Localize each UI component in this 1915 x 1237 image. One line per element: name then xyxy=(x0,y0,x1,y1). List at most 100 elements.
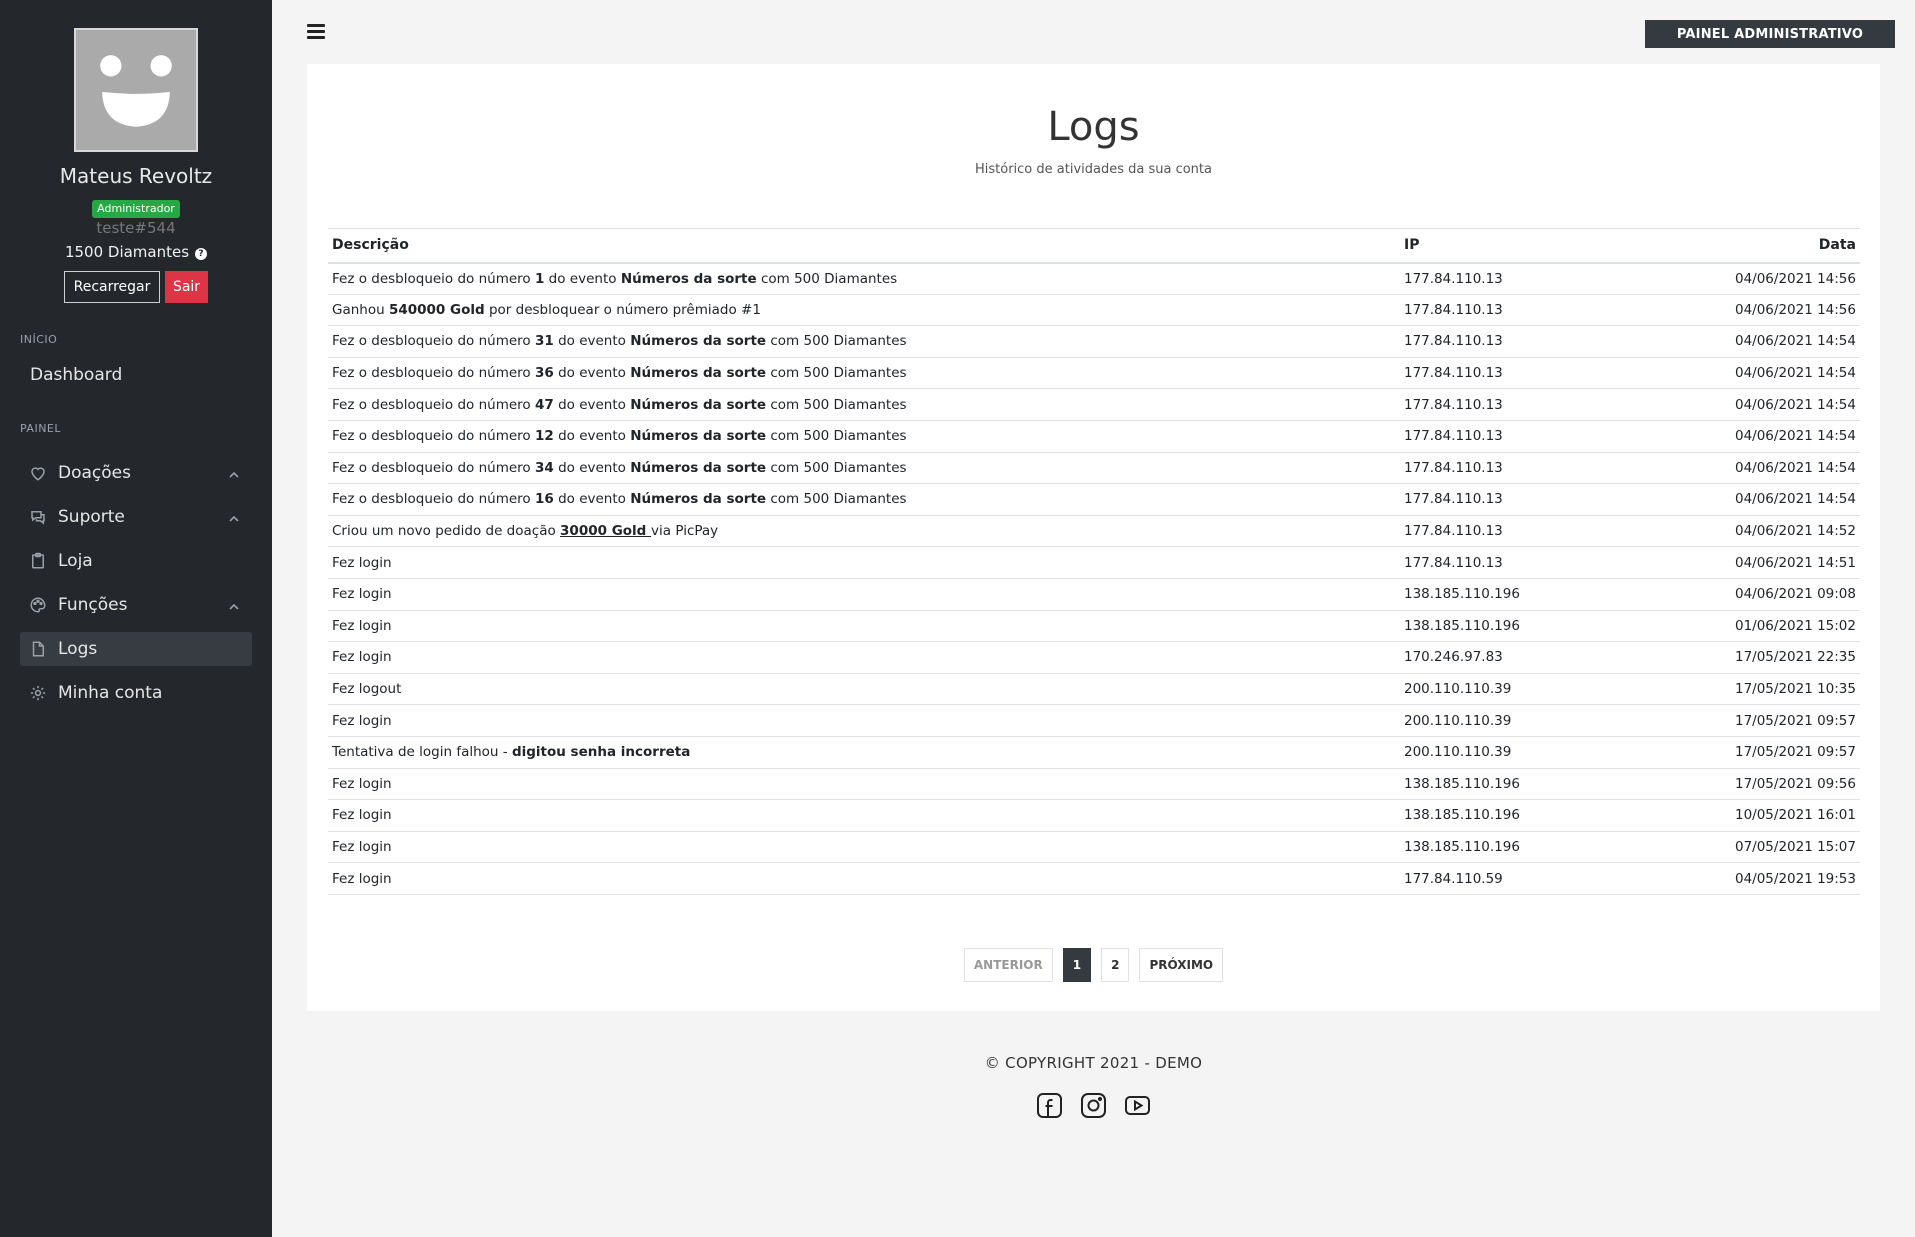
instagram-icon[interactable] xyxy=(1080,1092,1107,1119)
log-ip: 177.84.110.13 xyxy=(1400,546,1730,579)
role-badge: Administrador xyxy=(92,200,180,218)
sidebar-item-logs[interactable]: Logs xyxy=(20,632,252,666)
sidebar-item-label: Dashboard xyxy=(30,365,123,385)
log-date: 17/05/2021 09:57 xyxy=(1730,704,1860,737)
table-row: Fez o desbloqueio do número 36 do evento… xyxy=(328,357,1860,390)
table-row: Fez login 138.185.110.196 17/05/2021 09:56 xyxy=(328,768,1860,801)
sidebar-item-label: Loja xyxy=(58,551,93,571)
log-date: 17/05/2021 10:35 xyxy=(1730,673,1860,706)
pagination-page-1[interactable]: 1 xyxy=(1062,948,1092,982)
log-date: 04/06/2021 14:54 xyxy=(1730,357,1860,390)
log-text-segment: 36 xyxy=(534,365,554,382)
log-text-segment: 16 xyxy=(534,491,554,508)
file-icon xyxy=(29,640,47,658)
role-badge-wrap: Administrador xyxy=(0,197,272,218)
table-row: Fez o desbloqueio do número 16 do evento… xyxy=(328,483,1860,516)
pagination-next-button[interactable]: PRÓXIMO xyxy=(1139,948,1224,982)
log-description: Fez o desbloqueio do número 34 do evento… xyxy=(328,452,1400,485)
logout-button[interactable]: Sair xyxy=(165,271,208,303)
log-date: 17/05/2021 22:35 xyxy=(1730,641,1860,674)
log-date: 10/05/2021 16:01 xyxy=(1730,799,1860,832)
log-description: Fez login xyxy=(328,831,1400,864)
log-text-segment: com 500 Diamantes xyxy=(766,491,907,508)
table-row: Fez login 138.185.110.196 04/06/2021 09:08 xyxy=(328,578,1860,611)
log-date: 04/06/2021 14:54 xyxy=(1730,452,1860,485)
log-ip: 170.246.97.83 xyxy=(1400,641,1730,674)
log-text-segment: Fez o desbloqueio do número xyxy=(332,396,535,413)
table-row: Fez login 170.246.97.83 17/05/2021 22:35 xyxy=(328,641,1860,674)
sidebar-item-loja[interactable]: Loja xyxy=(20,544,252,578)
log-ip: 138.185.110.196 xyxy=(1400,610,1730,643)
menu-toggle-icon[interactable] xyxy=(307,24,325,40)
table-row: Criou um novo pedido de doação 30000 Gol… xyxy=(328,515,1860,548)
table-row: Ganhou 540000 Gold por desbloquear o núm… xyxy=(328,294,1860,327)
log-text-segment: Fez login xyxy=(332,712,392,729)
table-row: Fez login 138.185.110.196 10/05/2021 16:01 xyxy=(328,799,1860,832)
log-text-segment: com 500 Diamantes xyxy=(766,428,907,445)
log-text-segment: Fez logout xyxy=(332,681,402,698)
user-name: Mateus Revoltz xyxy=(59,164,213,188)
sidebar-item-doacoes[interactable]: Doações xyxy=(20,456,252,490)
log-text-segment: com 500 Diamantes xyxy=(766,459,907,476)
admin-panel-button[interactable]: PAINEL ADMINISTRATIVO xyxy=(1645,20,1895,48)
column-header-data: Data xyxy=(1730,228,1860,264)
avatar xyxy=(74,28,198,152)
log-text-segment: Fez login xyxy=(332,649,392,666)
log-date: 04/05/2021 19:53 xyxy=(1730,862,1860,895)
sidebar-item-suporte[interactable]: Suporte xyxy=(20,500,252,534)
log-text-segment: com 500 Diamantes xyxy=(766,396,907,413)
log-date: 04/06/2021 14:52 xyxy=(1730,515,1860,548)
pagination-prev-button[interactable]: ANTERIOR xyxy=(963,948,1053,982)
log-date: 04/06/2021 14:54 xyxy=(1730,325,1860,358)
log-text-segment: Fez o desbloqueio do número xyxy=(332,491,535,508)
log-description: Ganhou 540000 Gold por desbloquear o núm… xyxy=(328,294,1400,327)
sidebar-item-funcoes[interactable]: Funções xyxy=(20,588,252,622)
log-text-segment: com 500 Diamantes xyxy=(766,365,907,382)
logs-card: Logs Histórico de atividades da sua cont… xyxy=(307,64,1880,1011)
sidebar-item-dashboard[interactable]: Dashboard xyxy=(20,358,252,392)
log-ip: 177.84.110.59 xyxy=(1400,862,1730,895)
sidebar-item-label: Suporte xyxy=(58,507,125,527)
log-text-segment: Fez o desbloqueio do número xyxy=(332,365,535,382)
column-header-descricao: Descrição xyxy=(328,228,1400,264)
log-text-segment: Ganhou xyxy=(332,301,389,318)
log-ip: 177.84.110.13 xyxy=(1400,357,1730,390)
log-description: Fez login xyxy=(328,768,1400,801)
log-ip: 177.84.110.13 xyxy=(1400,325,1730,358)
log-text-segment: do evento xyxy=(553,459,631,476)
logs-table-body: Fez o desbloqueio do número 1 do evento … xyxy=(328,262,1860,895)
log-description: Fez login xyxy=(328,578,1400,611)
sidebar-item-minha-conta[interactable]: Minha conta xyxy=(20,676,252,710)
log-text-segment: 34 xyxy=(534,459,554,476)
log-text-segment: 12 xyxy=(534,428,554,445)
log-text-segment: Números da sorte xyxy=(630,428,767,445)
log-ip: 177.84.110.13 xyxy=(1400,388,1730,421)
log-description: Fez login xyxy=(328,641,1400,674)
log-description: Fez logout xyxy=(328,673,1400,706)
log-text-segment: Fez o desbloqueio do número xyxy=(332,428,535,445)
log-date: 04/06/2021 14:51 xyxy=(1730,546,1860,579)
log-ip: 138.185.110.196 xyxy=(1400,799,1730,832)
page-subtitle: Histórico de atividades da sua conta xyxy=(974,162,1212,177)
log-text-segment: Fez login xyxy=(332,775,392,792)
pagination-page-2[interactable]: 2 xyxy=(1101,948,1130,982)
facebook-icon[interactable] xyxy=(1036,1092,1063,1119)
log-date: 01/06/2021 15:02 xyxy=(1730,610,1860,643)
log-ip: 200.110.110.39 xyxy=(1400,736,1730,769)
log-description: Tentativa de login falhou - digitou senh… xyxy=(328,736,1400,769)
column-header-ip: IP xyxy=(1400,228,1730,264)
log-text-segment: Números da sorte xyxy=(630,365,767,382)
log-text-segment: com 500 Diamantes xyxy=(766,333,907,350)
table-row: Fez o desbloqueio do número 34 do evento… xyxy=(328,452,1860,485)
log-date: 07/05/2021 15:07 xyxy=(1730,831,1860,864)
log-text-segment: do evento xyxy=(553,428,631,445)
log-ip: 200.110.110.39 xyxy=(1400,673,1730,706)
youtube-icon[interactable] xyxy=(1124,1092,1151,1119)
help-icon[interactable]: ? xyxy=(195,248,208,260)
reload-button[interactable]: Recarregar xyxy=(64,271,160,303)
table-row: Fez logout 200.110.110.39 17/05/2021 10:35 xyxy=(328,673,1860,706)
sidebar-item-label: Funções xyxy=(58,595,128,615)
log-text-segment: Fez o desbloqueio do número xyxy=(332,333,535,350)
log-link[interactable]: 30000 Gold xyxy=(560,523,651,539)
log-text-segment: Números da sorte xyxy=(620,270,757,287)
